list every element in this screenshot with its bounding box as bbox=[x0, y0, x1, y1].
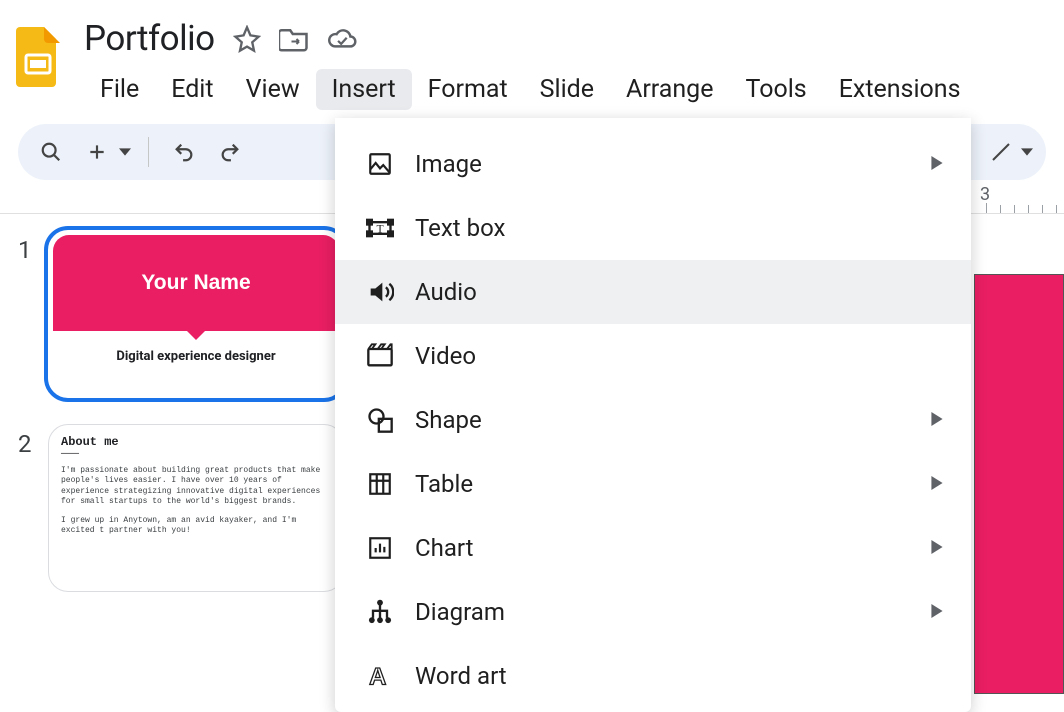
insert-chart[interactable]: Chart bbox=[335, 516, 971, 580]
document-title[interactable]: Portfolio bbox=[84, 18, 215, 59]
thumb-number-1: 1 bbox=[18, 230, 48, 264]
insert-image-label: Image bbox=[415, 150, 482, 178]
slide-content-edge bbox=[974, 274, 1064, 694]
insert-textbox-label: Text box bbox=[415, 214, 505, 242]
chart-icon bbox=[359, 535, 401, 561]
slides-logo[interactable] bbox=[12, 22, 64, 92]
menubar: File Edit View Insert Format Slide Arran… bbox=[84, 69, 977, 110]
menu-slide[interactable]: Slide bbox=[524, 69, 610, 110]
shape-icon bbox=[359, 406, 401, 434]
insert-video[interactable]: Video bbox=[335, 324, 971, 388]
insert-diagram-label: Diagram bbox=[415, 598, 505, 626]
insert-table[interactable]: Table bbox=[335, 452, 971, 516]
menu-file[interactable]: File bbox=[84, 69, 155, 110]
svg-text:T: T bbox=[376, 223, 383, 236]
menu-edit[interactable]: Edit bbox=[155, 69, 229, 110]
slide2-heading: About me bbox=[61, 435, 331, 449]
toolbar-separator bbox=[148, 137, 149, 167]
slide2-paragraph-1: I'm passionate about building great prod… bbox=[61, 466, 331, 508]
slide-thumbnails-panel: 1 Your Name Digital experience designer … bbox=[0, 214, 380, 682]
slide1-subtitle: Digital experience designer bbox=[49, 349, 343, 364]
wordart-icon: A bbox=[359, 663, 401, 689]
slide2-paragraph-2: I grew up in Anytown, am an avid kayaker… bbox=[61, 516, 331, 537]
search-icon[interactable] bbox=[32, 133, 70, 171]
insert-textbox[interactable]: T Text box bbox=[335, 196, 971, 260]
menu-arrange[interactable]: Arrange bbox=[610, 69, 729, 110]
menu-view[interactable]: View bbox=[230, 69, 316, 110]
slide-thumbnail-2[interactable]: About me ——— I'm passionate about buildi… bbox=[48, 424, 344, 592]
redo-icon[interactable] bbox=[211, 133, 249, 171]
submenu-arrow-icon bbox=[931, 475, 943, 494]
menu-tools[interactable]: Tools bbox=[729, 69, 822, 110]
submenu-arrow-icon bbox=[931, 539, 943, 558]
audio-icon bbox=[359, 278, 401, 306]
line-tool-dropdown-icon[interactable] bbox=[1018, 133, 1036, 171]
menu-insert[interactable]: Insert bbox=[316, 69, 412, 110]
cloud-saved-icon[interactable] bbox=[327, 26, 359, 52]
insert-menu-dropdown: Image T Text box Audio Video Shape bbox=[335, 118, 971, 712]
insert-wordart[interactable]: A Word art bbox=[335, 644, 971, 708]
submenu-arrow-icon bbox=[931, 155, 943, 174]
slide1-title: Your Name bbox=[141, 271, 250, 295]
insert-image[interactable]: Image bbox=[335, 132, 971, 196]
insert-audio[interactable]: Audio bbox=[335, 260, 971, 324]
new-slide-button[interactable] bbox=[78, 133, 116, 171]
table-icon bbox=[359, 471, 401, 497]
diagram-icon bbox=[359, 598, 401, 626]
star-icon[interactable] bbox=[233, 25, 261, 53]
insert-video-label: Video bbox=[415, 342, 476, 370]
insert-wordart-label: Word art bbox=[415, 662, 507, 690]
textbox-icon: T bbox=[359, 214, 401, 242]
new-slide-dropdown-icon[interactable] bbox=[118, 133, 132, 171]
submenu-arrow-icon bbox=[931, 411, 943, 430]
svg-text:A: A bbox=[369, 664, 386, 689]
line-tool-icon[interactable] bbox=[982, 133, 1020, 171]
move-folder-icon[interactable] bbox=[279, 26, 309, 52]
insert-audio-label: Audio bbox=[415, 278, 477, 306]
insert-table-label: Table bbox=[415, 470, 473, 498]
menu-format[interactable]: Format bbox=[412, 69, 524, 110]
image-icon bbox=[359, 151, 401, 177]
ruler-label-3: 3 bbox=[980, 184, 990, 205]
insert-shape-label: Shape bbox=[415, 406, 482, 434]
undo-icon[interactable] bbox=[165, 133, 203, 171]
video-icon bbox=[359, 342, 401, 370]
menu-extensions[interactable]: Extensions bbox=[823, 69, 977, 110]
insert-diagram[interactable]: Diagram bbox=[335, 580, 971, 644]
insert-shape[interactable]: Shape bbox=[335, 388, 971, 452]
thumb-number-2: 2 bbox=[18, 424, 48, 458]
submenu-arrow-icon bbox=[931, 603, 943, 622]
slide-thumbnail-1[interactable]: Your Name Digital experience designer bbox=[48, 230, 344, 398]
slide2-dashes: ——— bbox=[61, 449, 331, 460]
insert-chart-label: Chart bbox=[415, 534, 473, 562]
